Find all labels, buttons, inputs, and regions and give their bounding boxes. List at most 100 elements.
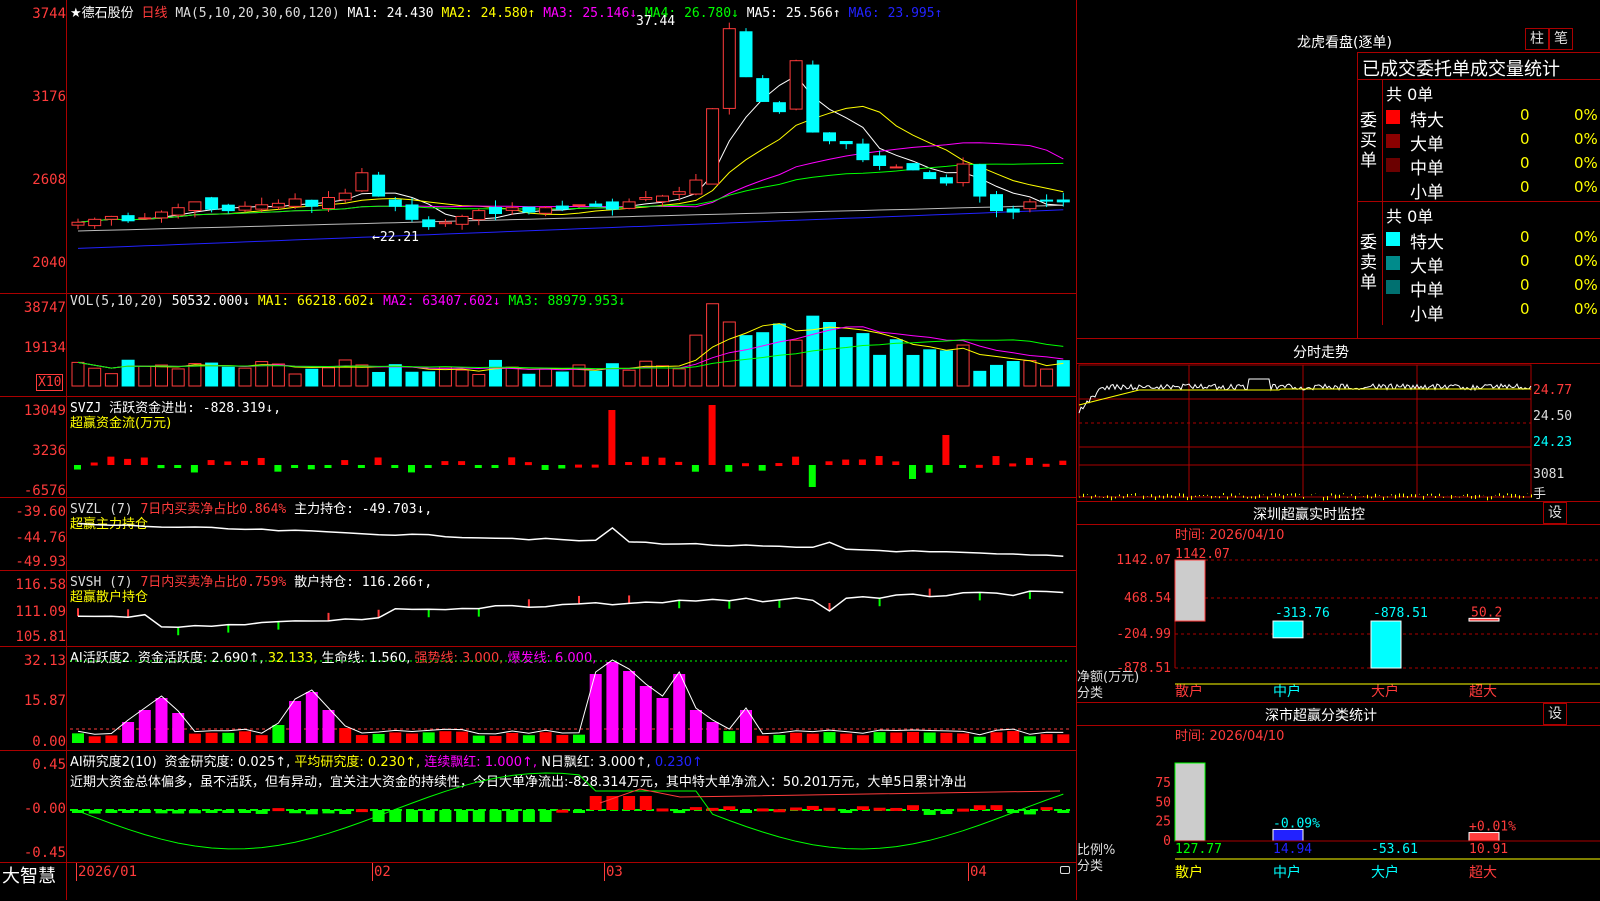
kline-pane[interactable]: ★德石股份 日线 MA(5,10,20,30,60,120) MA1: 24.4…: [0, 0, 1076, 294]
activity-bar: [640, 686, 652, 743]
volume-bar: [824, 323, 836, 386]
category-label: 散户: [1175, 683, 1203, 700]
ai-activity-pane[interactable]: AI活跃度2 资金活跃度: 2.690↑, 32.133, 生命线: 1.560…: [0, 647, 1076, 751]
lhb-table: 已成交委托单成交量统计 委买单 委卖单 共 0单 共 0单 特大00%大单00%…: [1357, 52, 1600, 339]
legend-swatch: [1386, 280, 1400, 294]
candle-body: [907, 164, 919, 170]
tick-mode-button[interactable]: 笔: [1549, 28, 1573, 50]
bar-mode-button[interactable]: 柱: [1525, 28, 1549, 50]
activity-bar: [523, 735, 535, 743]
retail-tick: [177, 627, 179, 635]
chart-area[interactable]: ★德石股份 日线 MA(5,10,20,30,60,120) MA1: 24.4…: [0, 0, 1076, 900]
fund-flow-bar: [375, 457, 382, 465]
activity-bar: [556, 735, 568, 743]
activity-bar: [657, 698, 669, 743]
intraday-vol-bar: [1163, 496, 1164, 499]
volume-bar: [156, 365, 168, 386]
retail-tick: [478, 609, 480, 617]
candle-body: [306, 200, 318, 206]
research-bar: [890, 808, 902, 811]
intraday-vol-bar: [1271, 493, 1272, 495]
intraday-vol-bar: [1187, 497, 1188, 500]
date-tick: 03: [606, 864, 623, 880]
candle-body: [556, 206, 568, 209]
volume-bar: [323, 368, 335, 386]
intraday-panel[interactable]: 分时走势 24.77 24.50 24.23 3081 手: [1077, 339, 1600, 502]
fund-flow-bar: [1009, 463, 1016, 466]
retail-tick: [879, 598, 881, 606]
candle-body: [222, 205, 234, 210]
order-pct: 0%: [1574, 228, 1598, 246]
intraday-vol-bar: [1395, 495, 1396, 499]
lock-icon[interactable]: [1060, 866, 1070, 874]
volume-bar: [556, 372, 568, 386]
candle-body: [89, 219, 101, 225]
intraday-vol-tick: 3081: [1533, 467, 1564, 482]
research-bar: [189, 810, 201, 813]
activity-bar: [924, 733, 936, 743]
volume-bar: [339, 360, 351, 386]
research-bar: [991, 805, 1003, 810]
activity-bar: [590, 674, 602, 743]
candle-body: [256, 205, 268, 209]
buy-total: 共 0单: [1386, 81, 1433, 105]
candle-body: [189, 202, 201, 211]
candle-body: [439, 222, 451, 223]
svsh-pane[interactable]: SVSH (7) 7日内买卖净占比0.759% 散户持仓: 116.266↑, …: [0, 571, 1076, 647]
fund-flow-bar: [959, 465, 966, 468]
svzj-pane[interactable]: SVZJ 活跃资金进出: -828.319↓, 超赢资金流(万元) 130493…: [0, 397, 1076, 498]
research-bar: [556, 810, 568, 813]
order-count: 0: [1520, 300, 1530, 318]
retail-tick: [678, 600, 680, 608]
y-tick-label: 468.54: [1124, 591, 1171, 606]
candle-body: [874, 156, 886, 166]
candle-body: [1007, 209, 1019, 212]
sz-class-panel[interactable]: 深市超赢分类统计 设 时间: 2026/04/10 7550250127.77散…: [1077, 703, 1600, 900]
category-label: 散户: [1175, 864, 1203, 881]
retail-tick: [77, 608, 79, 616]
candle-body: [72, 222, 84, 225]
intraday-vol-bar: [1079, 497, 1080, 498]
activity-bar: [940, 733, 952, 743]
candle-body: [523, 207, 535, 212]
candle-body: [991, 195, 1003, 211]
activity-bar: [707, 722, 719, 743]
volume-bar: [239, 368, 251, 386]
sz-monitor-panel[interactable]: 深圳超赢实时监控 设 时间: 2026/04/10 1142.07468.54-…: [1077, 502, 1600, 703]
activity-bar: [623, 671, 635, 743]
volume-bar: [657, 366, 669, 386]
intraday-vol-bar: [1115, 497, 1116, 499]
fund-flow-bar: [475, 465, 482, 468]
volume-bar: [490, 360, 502, 386]
ratio-bar: [1175, 763, 1205, 841]
ai-research-pane[interactable]: AI研究度2(10) 资金研究度: 0.025↑, 平均研究度: 0.230↑,…: [0, 751, 1076, 862]
volume-bar: [974, 371, 986, 386]
candle-body: [590, 204, 602, 206]
candle-body: [757, 79, 769, 102]
volume-bar: [874, 355, 886, 386]
activity-bar: [189, 734, 201, 743]
fund-flow-bar: [976, 465, 983, 468]
candle-body: [707, 109, 719, 184]
intraday-vol-bar: [1155, 496, 1156, 499]
activity-bar: [1024, 736, 1036, 743]
volume-pane[interactable]: VOL(5,10,20) 50532.000↓ MA1: 66218.602↓ …: [0, 294, 1076, 397]
activity-bar: [974, 737, 986, 743]
candle-body: [974, 165, 986, 196]
research-bar: [657, 808, 669, 811]
research-bar: [773, 809, 785, 812]
svzl-pane[interactable]: SVZL (7) 7日内买卖净占比0.864% 主力持仓: -49.703↓, …: [0, 498, 1076, 571]
y-tick-label: 50: [1155, 795, 1171, 810]
sz-monitor-chart: 1142.07468.54-204.99-878.511142.07散户-313…: [1077, 502, 1600, 702]
volume-bar: [289, 374, 301, 386]
fund-flow-bar: [241, 461, 248, 465]
volume-bar: [640, 361, 652, 386]
lhb-panel: 龙虎看盘(逐单) 柱 笔 已成交委托单成交量统计 委买单 委卖单 共 0单 共 …: [1077, 0, 1600, 339]
intraday-vol-bar: [1331, 493, 1332, 495]
research-bar: [740, 810, 752, 813]
fund-flow-bar: [742, 463, 749, 466]
fund-flow-bar: [174, 465, 181, 468]
volume-bar: [272, 364, 284, 386]
svzl-chart: [0, 498, 1076, 570]
bar-percent-label: -0.09%: [1273, 816, 1320, 831]
